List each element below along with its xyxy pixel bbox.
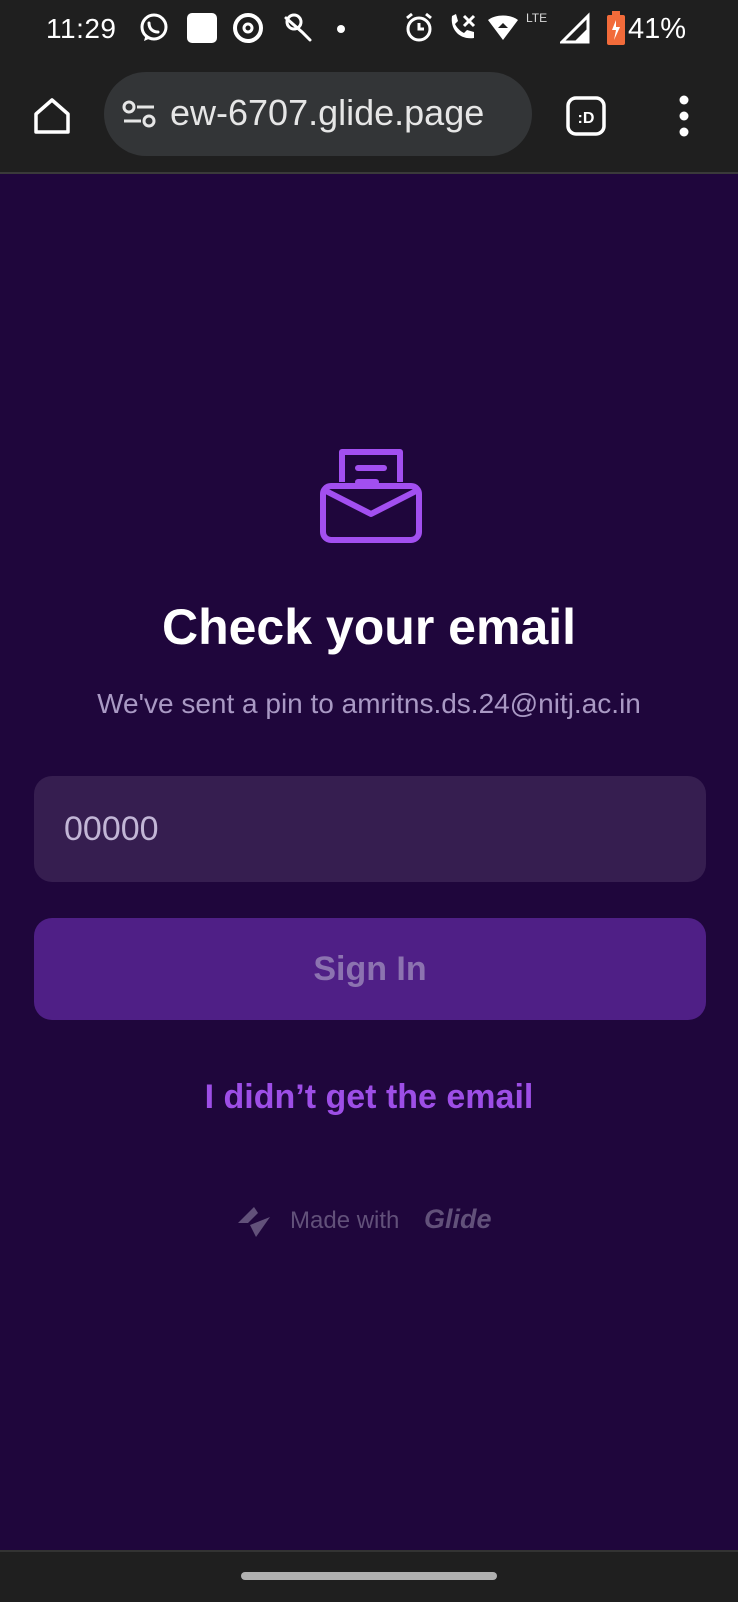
made-with-glide-badge[interactable]: Made with Glide [236,1201,506,1241]
mail-icon [320,449,422,543]
home-gesture-handle[interactable] [241,1572,497,1580]
whatsapp-icon [140,13,168,41]
wifi-calling-icon [451,14,476,39]
sign-in-button[interactable]: Sign In [34,918,706,1020]
pin-input[interactable] [34,776,706,882]
alarm-icon [406,12,432,42]
battery-percentage: 41% [628,13,687,45]
home-icon[interactable] [30,94,74,138]
browser-toolbar: ew-6707.glide.page :D [0,58,738,174]
glide-logo-icon [238,1207,270,1237]
page-title: Check your email [161,599,577,655]
made-with-text: Made with [290,1207,400,1234]
status-time: 11:29 [46,13,117,44]
battery-icon [607,11,625,45]
page-content: Check your email We've sent a pin to amr… [0,174,738,1550]
hotspot-icon [488,15,518,40]
didnt-get-email-link[interactable]: I didn’t get the email [0,1078,738,1117]
address-bar[interactable]: ew-6707.glide.page [104,72,532,156]
notification-dot [337,25,345,33]
signal-icon [560,12,590,44]
status-bar: 11:29 LTE 41% [0,0,738,58]
clock-notification-icon [284,13,312,42]
lte-label: LTE [526,11,548,25]
more-options-icon[interactable] [672,94,696,138]
url-text: ew-6707.glide.page [170,92,485,133]
threads-icon [233,13,263,43]
pin-sent-message: We've sent a pin to amritns.ds.24@nitj.a… [97,688,641,719]
extension-label: :D [578,110,595,127]
app-square-icon [187,13,217,43]
extension-icon[interactable]: :D [564,94,608,138]
glide-brand-text: Glide [424,1204,492,1234]
site-settings-icon[interactable] [122,100,156,128]
navigation-bar [0,1550,738,1602]
